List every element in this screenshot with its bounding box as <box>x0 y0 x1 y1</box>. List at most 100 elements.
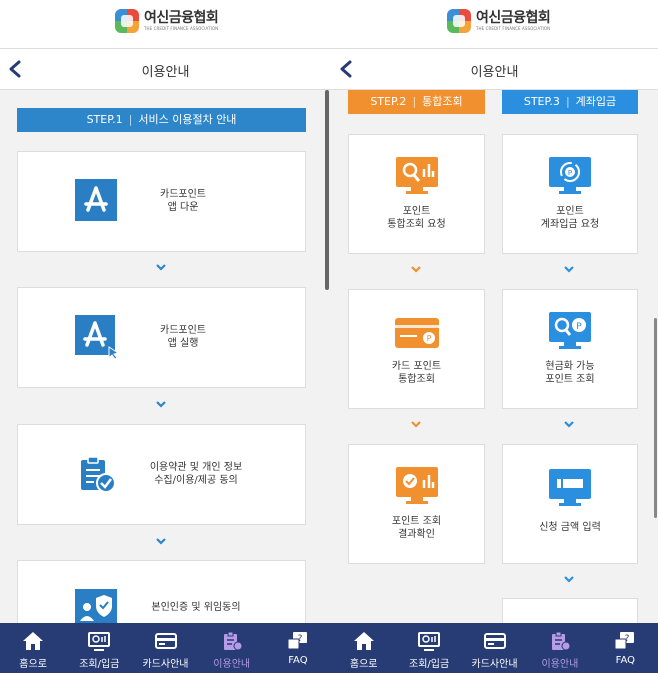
step1-separator: | <box>128 113 133 126</box>
card-label: 카드 포인트 통합조회 <box>391 361 442 385</box>
tab-label: 조회/입금 <box>409 659 450 670</box>
page-header: 이용안내 <box>331 48 658 90</box>
app-launch-icon <box>75 315 120 359</box>
card-cashable-point: P 현금화 가능 포인트 조회 <box>502 289 638 409</box>
step3-number: STEP.3 <box>523 95 560 108</box>
tab-card-info[interactable]: 카드사안내 <box>462 623 527 673</box>
page-title: 이용안내 <box>470 65 519 80</box>
tab-label: 이용안내 <box>213 659 251 670</box>
home-icon <box>23 632 44 650</box>
association-logo[interactable]: 여신금융협회 THE CREDIT FINANCE ASSOCIATION <box>115 9 219 33</box>
logo-name: 여신금융협회 <box>144 10 219 26</box>
chevron-down-icon <box>156 538 166 545</box>
tab-guide[interactable]: 이용안내 <box>199 623 265 673</box>
logo-bar: 여신금융협회 THE CREDIT FINANCE ASSOCIATION <box>331 0 658 48</box>
tab-search-deposit[interactable]: 조회/입금 <box>396 623 461 673</box>
card-label: 포인트 계좌입금 요청 <box>540 206 600 230</box>
home-icon <box>353 632 374 650</box>
card-label: 현금화 가능 포인트 조회 <box>545 361 595 385</box>
guide-icon <box>551 631 571 651</box>
tab-label: 카드사안내 <box>142 659 189 670</box>
svg-text:P: P <box>576 322 582 332</box>
bottom-tab-bar: 홈으로 조회/입금 카드사안내 이용안내 ? FAQ <box>331 623 658 673</box>
card-app-download: 카드포인트 앱 다운 <box>17 151 306 252</box>
tab-label: FAQ <box>615 655 636 666</box>
logo-mark-icon <box>115 9 139 33</box>
card-app-launch: 카드포인트 앱 실행 <box>17 287 306 388</box>
card-info-icon <box>483 633 506 649</box>
scrollbar[interactable] <box>654 318 657 518</box>
logo-tagline: THE CREDIT FINANCE ASSOCIATION <box>144 26 219 31</box>
step1-number: STEP.1 <box>86 113 123 126</box>
card-point-result: 포인트 조회 결과확인 <box>348 444 485 564</box>
point-search-monitor-icon: P <box>549 312 591 349</box>
card-label: 이용약관 및 개인 정보 수집/이용/제공 동의 <box>149 462 243 486</box>
search-deposit-icon <box>88 632 111 651</box>
card-label: 카드포인트 앱 실행 <box>160 325 206 349</box>
step2-separator: | <box>412 95 417 108</box>
step1-banner: STEP.1 | 서비스 이용절차 안내 <box>17 108 306 132</box>
card-label: 신청 금액 입력 <box>539 522 601 533</box>
chevron-down-icon <box>564 576 574 583</box>
step3-separator: | <box>565 95 570 108</box>
chevron-down-icon <box>156 401 166 408</box>
check-monitor-icon <box>396 467 438 504</box>
tab-label: 홈으로 <box>349 659 378 670</box>
step3-banner: STEP.3 | 계좌입금 <box>502 90 638 114</box>
card-amount-input: 신청 금액 입력 <box>502 444 638 564</box>
chevron-down-icon <box>411 421 421 428</box>
card-label: 본인인증 및 위임동의 <box>151 602 241 613</box>
tab-faq[interactable]: ? FAQ <box>265 623 331 673</box>
card-card-point-search: P 카드 포인트 통합조회 <box>348 289 485 409</box>
tab-guide[interactable]: 이용안내 <box>527 623 592 673</box>
tab-label: FAQ <box>288 655 308 666</box>
chevron-down-icon <box>156 264 166 271</box>
tab-card-info[interactable]: 카드사안내 <box>132 623 198 673</box>
logo-mark-icon <box>447 9 471 33</box>
tab-label: 홈으로 <box>19 659 47 670</box>
card-label: 카드포인트 앱 다운 <box>160 189 206 213</box>
chevron-down-icon <box>411 266 421 273</box>
search-monitor-icon <box>396 157 438 194</box>
card-point-search-request: 포인트 통합조회 요청 <box>348 134 485 254</box>
tab-label: 카드사안내 <box>471 659 518 670</box>
scrollbar[interactable] <box>325 90 329 290</box>
page-header: 이용안내 <box>0 48 331 90</box>
guide-icon <box>223 631 243 651</box>
chevron-down-icon <box>564 266 574 273</box>
identity-shield-icon <box>75 589 117 627</box>
card-label: 포인트 조회 결과확인 <box>391 516 442 540</box>
svg-text:P: P <box>427 334 432 343</box>
step2-label: 통합조회 <box>422 95 463 108</box>
card-label: 포인트 통합조회 요청 <box>387 206 446 230</box>
tab-search-deposit[interactable]: 조회/입금 <box>66 623 132 673</box>
faq-icon: ? <box>614 632 635 650</box>
logo-bar: 여신금융협회 THE CREDIT FINANCE ASSOCIATION <box>0 0 331 48</box>
tab-home[interactable]: 홈으로 <box>331 623 396 673</box>
step2-number: STEP.2 <box>370 95 407 108</box>
search-deposit-icon <box>418 632 441 651</box>
clipboard-check-icon <box>81 456 116 493</box>
bottom-tab-bar: 홈으로 조회/입금 카드사안내 이용안내 ? FAQ <box>0 623 331 673</box>
tab-label: 조회/입금 <box>79 659 120 670</box>
left-screen: 여신금융협회 THE CREDIT FINANCE ASSOCIATION 이용… <box>0 0 331 673</box>
point-refresh-monitor-icon: P <box>549 157 591 194</box>
right-screen: 여신금융협회 THE CREDIT FINANCE ASSOCIATION 이용… <box>331 0 658 673</box>
step1-label: 서비스 이용절차 안내 <box>138 113 237 126</box>
chevron-down-icon <box>564 421 574 428</box>
card-point-deposit-request: P 포인트 계좌입금 요청 <box>502 134 638 254</box>
tab-home[interactable]: 홈으로 <box>0 623 66 673</box>
association-logo[interactable]: 여신금융협회 THE CREDIT FINANCE ASSOCIATION <box>447 9 551 33</box>
tab-faq[interactable]: ? FAQ <box>593 623 658 673</box>
logo-tagline: THE CREDIT FINANCE ASSOCIATION <box>476 26 551 31</box>
card-info-icon <box>154 633 177 649</box>
step2-banner: STEP.2 | 통합조회 <box>348 90 485 114</box>
svg-text:P: P <box>568 169 572 177</box>
faq-icon: ? <box>287 632 307 650</box>
app-store-icon <box>75 179 117 221</box>
page-title: 이용안내 <box>141 65 190 80</box>
card-terms-consent: 이용약관 및 개인 정보 수집/이용/제공 동의 <box>17 424 306 525</box>
credit-card-point-icon: P <box>395 318 439 348</box>
logo-name: 여신금융협회 <box>476 10 551 26</box>
tab-label: 이용안내 <box>541 659 579 670</box>
